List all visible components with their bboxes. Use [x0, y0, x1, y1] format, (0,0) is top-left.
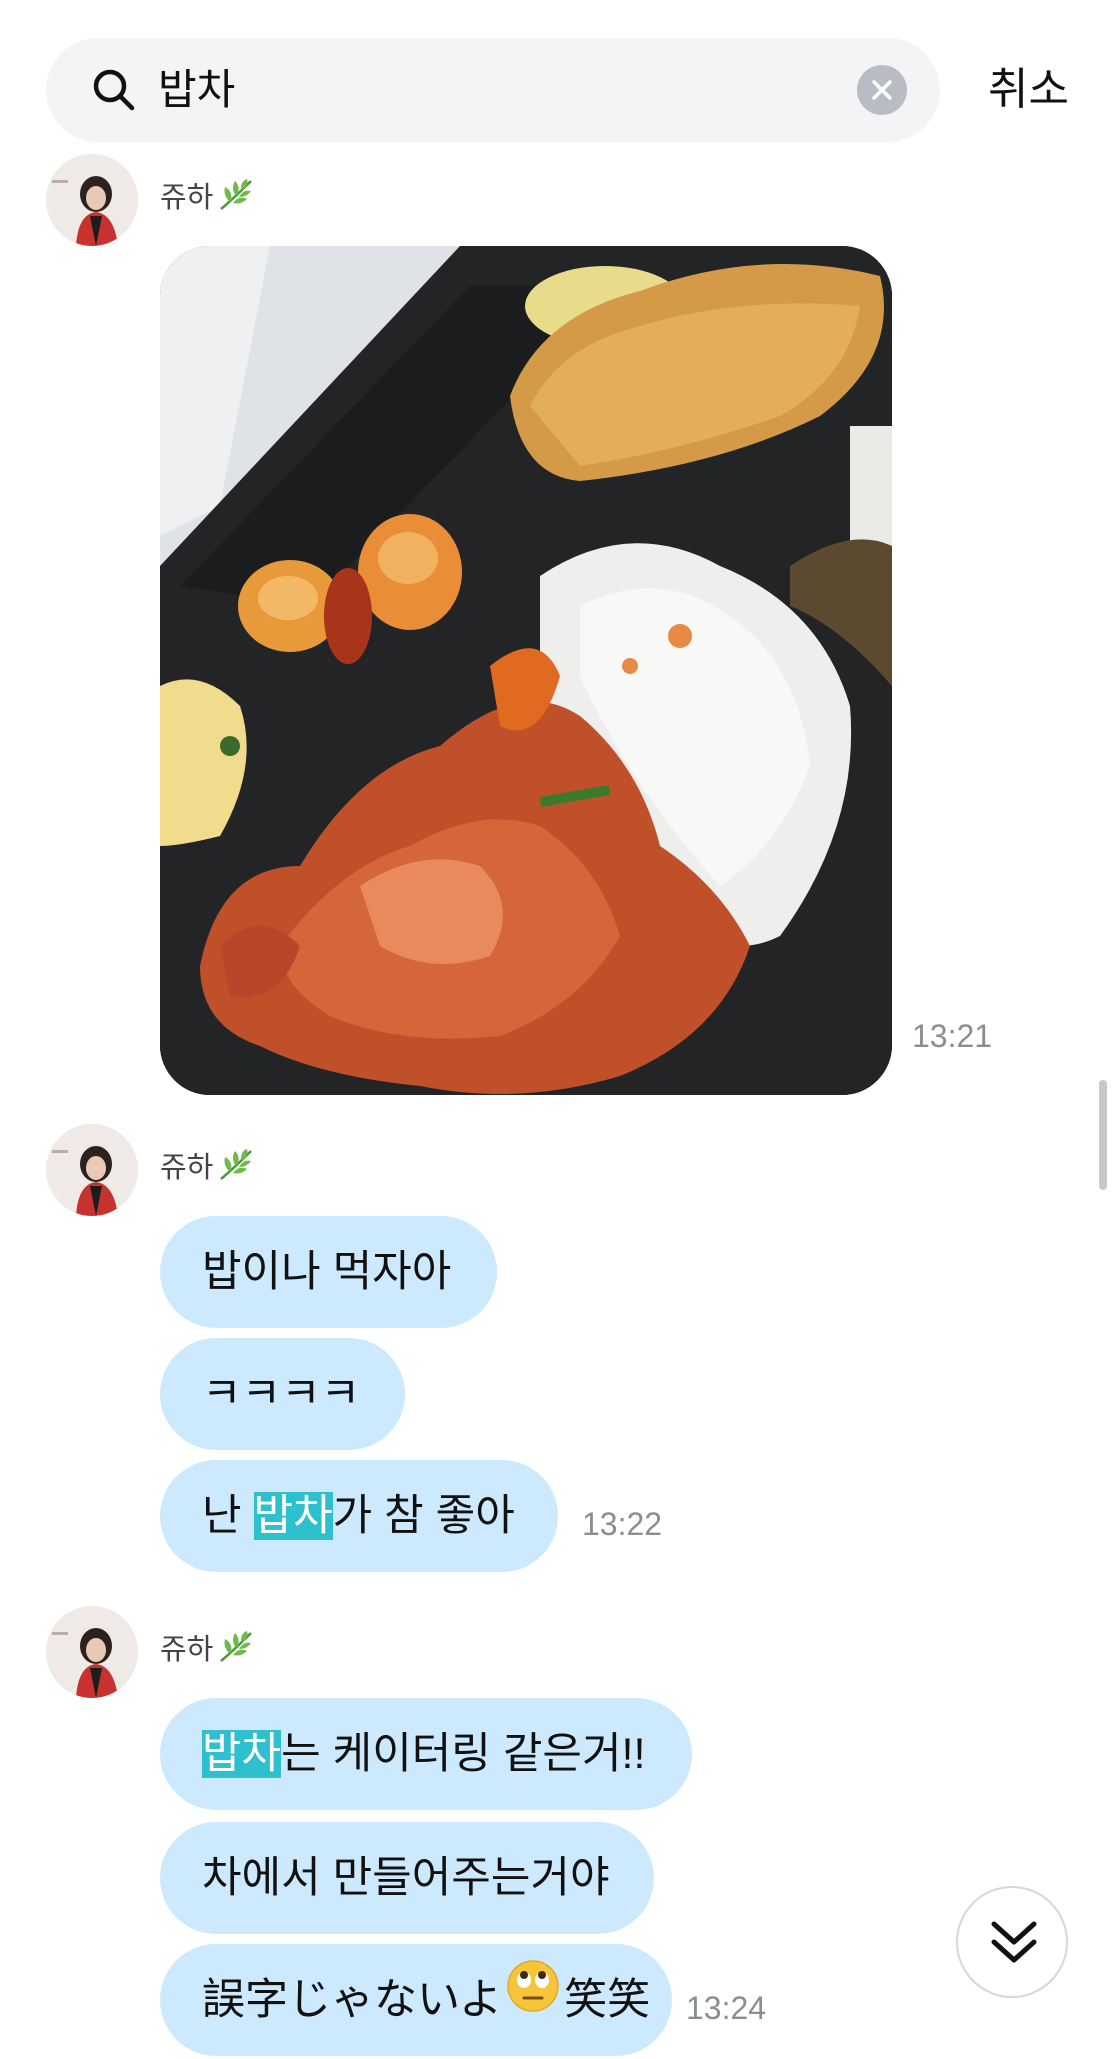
message-bubble[interactable]: 밥차는 케이터링 같은거!!: [160, 1698, 692, 1810]
leaf-icon: [217, 1629, 255, 1674]
sender-name: 쥬하: [160, 1629, 255, 1674]
message-time: 13:22: [582, 1506, 663, 1542]
clear-search-button[interactable]: [857, 65, 907, 115]
avatar-image: [46, 154, 138, 246]
leaf-icon: [217, 177, 255, 222]
message-bubble[interactable]: 밥이나 먹자아: [160, 1216, 497, 1328]
scrollbar[interactable]: [1099, 1080, 1107, 1190]
clear-icon: [872, 80, 892, 100]
message-bubble[interactable]: ㅋㅋㅋㅋ: [160, 1338, 405, 1450]
message-time: 13:21: [912, 1018, 993, 1054]
search-icon: [90, 66, 138, 114]
search-highlight: 밥차: [202, 1730, 282, 1778]
search-highlight: 밥차: [253, 1492, 333, 1540]
leaf-icon: [217, 1147, 255, 1192]
message-bubble[interactable]: 난 밥차가 참 좋아: [160, 1460, 558, 1572]
eye-roll-emoji: [506, 1943, 560, 2055]
cancel-button[interactable]: 취소: [988, 60, 1069, 120]
double-chevron-down-icon: [991, 1921, 1037, 1963]
sender-name: 쥬하: [160, 177, 255, 222]
search-bar[interactable]: 밥차: [46, 38, 940, 142]
avatar[interactable]: [46, 154, 138, 246]
search-input[interactable]: 밥차: [158, 62, 235, 118]
avatar-image: [46, 1124, 138, 1216]
message-time: 13:24: [686, 1990, 767, 2026]
avatar[interactable]: [46, 1124, 138, 1216]
scroll-to-bottom-button[interactable]: [956, 1886, 1068, 1998]
message-bubble[interactable]: 차에서 만들어주는거야: [160, 1822, 654, 1934]
food-photo: [160, 246, 892, 1095]
photo-message[interactable]: [160, 246, 892, 1095]
avatar[interactable]: [46, 1606, 138, 1698]
avatar-image: [46, 1606, 138, 1698]
message-bubble[interactable]: 誤字じゃないよ 笑笑: [160, 1944, 672, 2056]
sender-name: 쥬하: [160, 1147, 255, 1192]
